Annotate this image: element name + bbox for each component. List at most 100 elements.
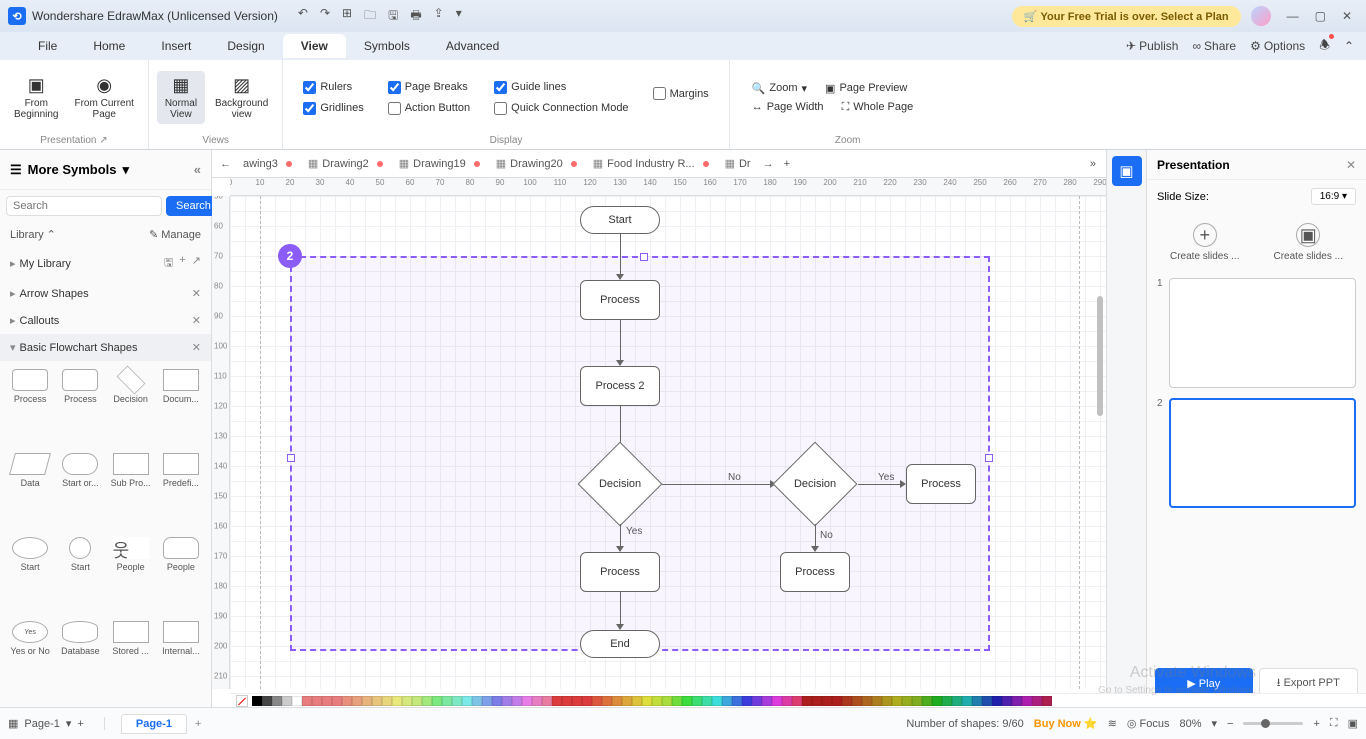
slide-thumb[interactable]: 1 (1157, 278, 1356, 388)
doc-tab[interactable]: ▦Drawing19 (391, 150, 488, 177)
doc-tab[interactable]: ▦Drawing20 (488, 150, 585, 177)
page-menu-icon[interactable]: ▾ (66, 717, 72, 730)
publish-link[interactable]: ✈ Publish (1126, 39, 1178, 53)
shape-yesno[interactable]: YesYes or No (6, 619, 54, 701)
menu-insert[interactable]: Insert (143, 34, 209, 58)
node-process[interactable]: Process (580, 280, 660, 320)
collapse-ribbon-icon[interactable]: ⌃ (1344, 39, 1354, 53)
menu-advanced[interactable]: Advanced (428, 34, 517, 58)
slide-thumb[interactable]: 2 (1157, 398, 1356, 508)
tabs-next[interactable]: → (759, 158, 778, 170)
zoom-slider[interactable] (1243, 722, 1303, 725)
menu-file[interactable]: File (20, 34, 75, 58)
node-end[interactable]: End (580, 630, 660, 658)
whole-page-button[interactable]: ⛶ Whole Page (842, 101, 914, 114)
background-view-button[interactable]: ▨Background view (209, 71, 274, 124)
page-tab[interactable]: Page-1 (121, 714, 187, 734)
presentation-tool-icon[interactable]: ▣ (1112, 156, 1142, 186)
arrow-shapes-item[interactable]: ▸Arrow Shapes✕ (0, 280, 211, 307)
collapse-panel-icon[interactable]: « (194, 162, 201, 177)
zoom-out-icon[interactable]: − (1227, 718, 1233, 730)
no-fill-icon[interactable] (236, 695, 248, 707)
node-process2[interactable]: Process 2 (580, 366, 660, 406)
node-process-b2[interactable]: Process (780, 552, 850, 592)
share-link[interactable]: ∞ Share (1192, 39, 1236, 53)
actionbutton-checkbox[interactable]: Action Button (388, 102, 470, 115)
shape-internal[interactable]: Internal... (157, 619, 205, 701)
search-input[interactable] (6, 196, 162, 216)
fit-page-icon[interactable]: ⛶ (1330, 717, 1338, 730)
shape-data[interactable]: Data (6, 451, 54, 533)
layers-icon[interactable]: ≋ (1108, 717, 1117, 730)
dropdown-icon[interactable]: ▾ (456, 6, 462, 27)
canvas[interactable]: 2 Start Process Process 2 Decision Yes P… (230, 196, 1106, 689)
shape-decision[interactable]: Decision (107, 367, 155, 449)
maximize-icon[interactable]: ▢ (1315, 9, 1326, 23)
shape-people[interactable]: People (157, 535, 205, 617)
page-preview-button[interactable]: ▣ Page Preview (825, 82, 907, 95)
doc-tab[interactable]: ▦Drawing2 (300, 150, 391, 177)
close-section-icon[interactable]: ✕ (192, 341, 201, 354)
open-icon[interactable]: 🗀 (364, 6, 376, 27)
add-page-icon[interactable]: + (77, 718, 83, 730)
tabs-prev[interactable]: ← (216, 158, 235, 170)
from-beginning-button[interactable]: ▣From Beginning (8, 71, 64, 124)
menu-home[interactable]: Home (75, 34, 143, 58)
shape-startend[interactable]: Start or... (56, 451, 104, 533)
create-slides-area[interactable]: ▣Create slides ... (1274, 223, 1343, 262)
zoom-in-icon[interactable]: + (1313, 718, 1319, 730)
shape-stored[interactable]: Stored ... (107, 619, 155, 701)
new-icon[interactable]: ⊞ (342, 6, 352, 27)
margins-checkbox[interactable]: Margins (653, 87, 709, 100)
hamburger-icon[interactable]: ☰ (10, 162, 22, 178)
minimize-icon[interactable]: ― (1287, 9, 1299, 23)
menu-symbols[interactable]: Symbols (346, 34, 428, 58)
close-section-icon[interactable]: ✕ (192, 287, 201, 300)
menu-view[interactable]: View (283, 34, 346, 58)
undo-icon[interactable]: ↶ (298, 6, 308, 27)
tabs-more[interactable]: » (1084, 158, 1102, 170)
options-link[interactable]: ⚙ Options (1250, 39, 1305, 53)
from-current-button[interactable]: ◉From Current Page (68, 71, 139, 124)
menu-design[interactable]: Design (209, 34, 282, 58)
doc-tab[interactable]: ▦Dr (717, 150, 759, 177)
slide-ratio-select[interactable]: 16:9 ▾ (1311, 188, 1356, 205)
fullscreen-icon[interactable]: ▣ (1348, 717, 1358, 730)
shape-database[interactable]: Database (56, 619, 104, 701)
user-avatar[interactable] (1251, 6, 1271, 26)
notification-icon[interactable]: 🕭 (1319, 36, 1330, 57)
shape-subprocess[interactable]: Sub Pro... (107, 451, 155, 533)
new-tab[interactable]: + (778, 158, 796, 170)
quickconn-checkbox[interactable]: Quick Connection Mode (494, 102, 628, 115)
redo-icon[interactable]: ↷ (320, 6, 330, 27)
node-process-b[interactable]: Process (580, 552, 660, 592)
basic-flowchart-item[interactable]: ▾Basic Flowchart Shapes✕ (0, 334, 211, 361)
manage-link[interactable]: ✎ Manage (149, 228, 201, 241)
focus-button[interactable]: ◎ Focus (1127, 717, 1170, 730)
shape-process[interactable]: Process (6, 367, 54, 449)
shape-start[interactable]: Start (56, 535, 104, 617)
node-process-r[interactable]: Process (906, 464, 976, 504)
buy-now-link[interactable]: Buy Now ⭐ (1034, 717, 1098, 730)
shape-process[interactable]: Process (56, 367, 104, 449)
callouts-item[interactable]: ▸Callouts✕ (0, 307, 211, 334)
trial-banner[interactable]: 🛒 Your Free Trial is over. Select a Plan (1012, 6, 1241, 27)
export-icon[interactable]: ⇪ (434, 6, 444, 27)
shape-document[interactable]: Docum... (157, 367, 205, 449)
normal-view-button[interactable]: ▦Normal View (157, 71, 205, 124)
create-slides-auto[interactable]: +Create slides ... (1170, 223, 1239, 262)
gridlines-checkbox[interactable]: Gridlines (303, 102, 363, 115)
add-lib-icon[interactable]: + (179, 254, 185, 273)
node-start[interactable]: Start (580, 206, 660, 234)
pages-icon[interactable]: ▦ (8, 717, 18, 730)
my-library-item[interactable]: ▸My Library🖫+↗ (0, 247, 211, 280)
zoom-button[interactable]: 🔍 Zoom▾ (752, 82, 807, 95)
save-icon[interactable]: 🖫 (388, 6, 398, 27)
expand-lib-icon[interactable]: ↗ (192, 254, 201, 273)
save-lib-icon[interactable]: 🖫 (164, 254, 173, 273)
guidelines-checkbox[interactable]: Guide lines (494, 81, 628, 94)
page-width-button[interactable]: ↔ Page Width (752, 101, 824, 114)
close-section-icon[interactable]: ✕ (192, 314, 201, 327)
canvas-scrollbar[interactable] (1094, 196, 1106, 689)
doc-tab[interactable]: ▦Food Industry R... (585, 150, 717, 177)
